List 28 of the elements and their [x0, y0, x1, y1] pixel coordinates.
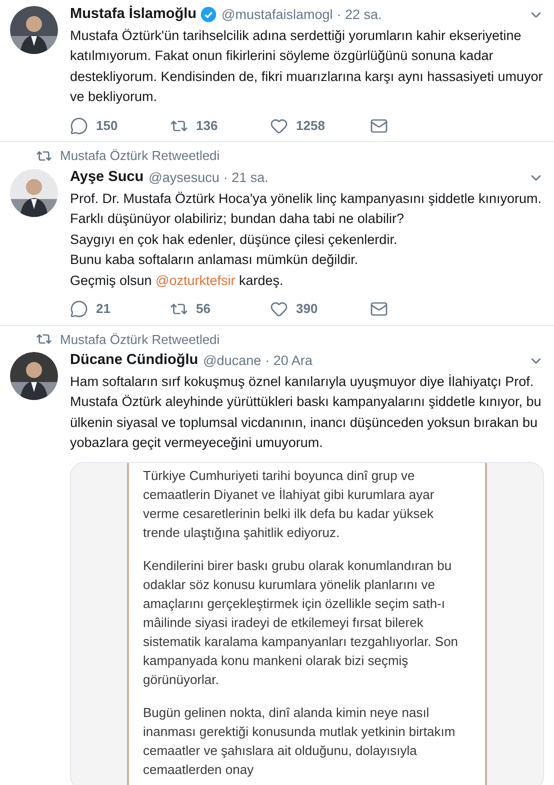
tweet-text: Farklı düşünüyor olabiliriz; bundan daha tabi ne olabilir? [70, 210, 405, 228]
author-name[interactable]: Ayşe Sucu [70, 166, 144, 188]
document-paragraph: Kendilerini birer baskı grubu olarak konumlandıran bu odaklar söz konusu kurumlara yönelik planlarını ve amaçlarını gerçekleştirmek için özellikle seçim sath-ı mâilinde siyasi iradeyi de etkilemeyi fırsat bilerek sistematik karalama kampanyanları tezgahlıyorlar. Son kampanyada konu mankeni olarak bizi seçmiş görünüyorlar. [143, 556, 460, 689]
tweet-text: Prof. Dr. Mustafa Öztürk Hoca'ya yönelik linç kampanyasını şiddetle kınıyorum. [70, 190, 543, 208]
retweet-button[interactable]: 56 [170, 299, 246, 318]
document-paragraph: Türkiye Cumhuriyeti tarihi boyunca dinî grup ve cemaatlerin Diyanet ve İlahiyat gibi kurumlara ayar verme cesaretlerinin belki ilk defa bu kadar yüksek trende ulaştığına şahitlik ediyoruz. [143, 466, 436, 542]
like-button[interactable]: 1258 [270, 116, 346, 136]
like-button[interactable]: 390 [270, 299, 346, 318]
author-handle[interactable]: @mustafaislamogl [222, 4, 333, 25]
retweet-label: Mustafa Öztürk Retweetledi [60, 147, 220, 166]
author-name[interactable]: Mustafa İslamoğlu [70, 4, 196, 26]
tweet-text: Bunu kaba softaların anlaması mümkün değildir. [70, 251, 360, 269]
tweet-time: · 20 Ara [265, 352, 312, 370]
document-paragraph: Bugün gelinen nokta, dinî alanda kimin neye nasıl inanması gerektiği konusunda mutlak yetkinin birtakım cemaatler ve şahıslara ait olduğunu, dolayısıyla cemaatlerden onay [143, 704, 456, 779]
tweet-text: Mustafa Öztürk'ün tarihselcilik adına serdettiği yorumların kahir ekseriyetine katılmıyorum. Fakat onun fikirlerini söyleme özgürlüğünü sonuna kadar destekliyorum. Kendisinden de, fikri muarızlarına karşı aynı hassasiyeti umuyor ve bekliyorum. [70, 26, 544, 106]
author-name[interactable]: Dücane Cündioğlu [70, 350, 198, 372]
tweet-text: Ham softaların sırf kokuşmuş öznel kanılarıyla uyuşmuyor diye İlahiyatçı Prof. Mustafa Öztürk aleyhinde yürüttükleri baskı kampanyalarını şiddetle kınıyor, bu ülkenin siyasal ve toplumsal vicdanının, inancı düşünceden yoksun bırakan bu yobazlara geçit vermeyeceğini umuyorum. [70, 372, 542, 452]
reply-button[interactable]: 21 [70, 299, 146, 318]
author-handle[interactable]: @ducane [203, 350, 262, 371]
author-handle[interactable]: @aysesucu [148, 168, 220, 188]
tweet-time: · 21 sa. [223, 168, 268, 186]
tweet-text: Geçmiş olsun @ozturktefsir kardeş. [70, 272, 284, 290]
mention-link[interactable]: @ozturktefsir [156, 272, 236, 288]
retweet-button[interactable]: 136 [170, 116, 246, 136]
retweet-label: Mustafa Öztürk Retweetledi [60, 330, 220, 348]
reply-button[interactable]: 150 [70, 116, 146, 136]
tweet-time: · 22 sa. [336, 6, 382, 24]
tweet-text: Saygıyı en çok hak edenler, düşünce çilesi çekenlerdir. [70, 230, 398, 249]
